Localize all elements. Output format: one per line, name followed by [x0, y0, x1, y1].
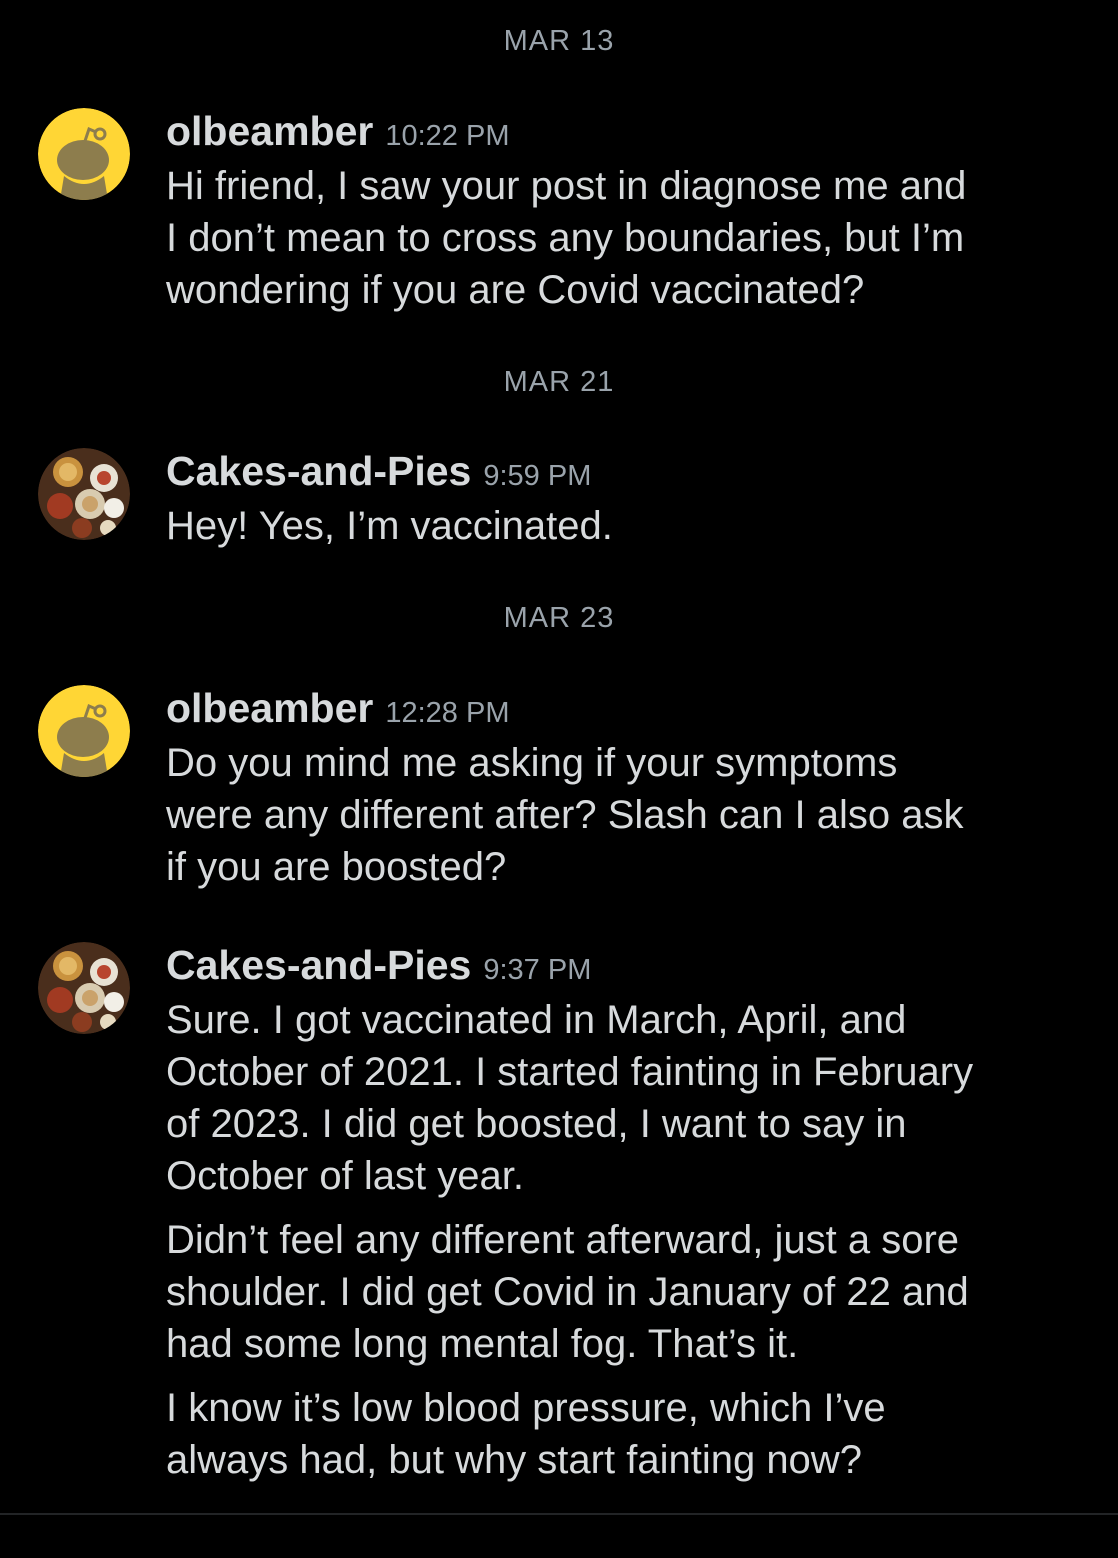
message-text: Do you mind me asking if your symptoms w… — [166, 741, 964, 889]
timestamp: 9:59 PM — [483, 460, 592, 492]
username[interactable]: Cakes-and-Pies — [166, 942, 471, 988]
username[interactable]: Cakes-and-Pies — [166, 448, 471, 494]
timestamp: 9:37 PM — [483, 954, 592, 986]
reddit-snoo-avatar-icon — [38, 108, 130, 200]
date-separator: MAR 13 — [503, 25, 615, 57]
username[interactable]: olbeamber — [166, 108, 373, 154]
timestamp: 10:22 PM — [385, 120, 510, 152]
message-text: Didn’t feel any different afterward, jus… — [166, 1218, 969, 1366]
avatar[interactable] — [38, 448, 130, 540]
avatar[interactable] — [38, 942, 130, 1034]
food-photo-avatar-icon — [38, 942, 130, 1034]
reddit-snoo-avatar-icon — [38, 685, 130, 777]
message-text: Sure. I got vaccinated in March, April, … — [166, 998, 974, 1198]
bottom-divider — [0, 1513, 1118, 1515]
date-separator: MAR 21 — [503, 366, 615, 398]
avatar[interactable] — [38, 685, 130, 777]
message-text: I know it’s low blood pressure, which I’… — [166, 1386, 886, 1482]
avatar[interactable] — [38, 108, 130, 200]
message-text: Hey! Yes, I’m vaccinated. — [166, 504, 613, 548]
food-photo-avatar-icon — [38, 448, 130, 540]
message-text: Hi friend, I saw your post in diagnose m… — [166, 164, 967, 312]
username[interactable]: olbeamber — [166, 685, 373, 731]
date-separator: MAR 23 — [503, 602, 615, 634]
timestamp: 12:28 PM — [385, 697, 510, 729]
